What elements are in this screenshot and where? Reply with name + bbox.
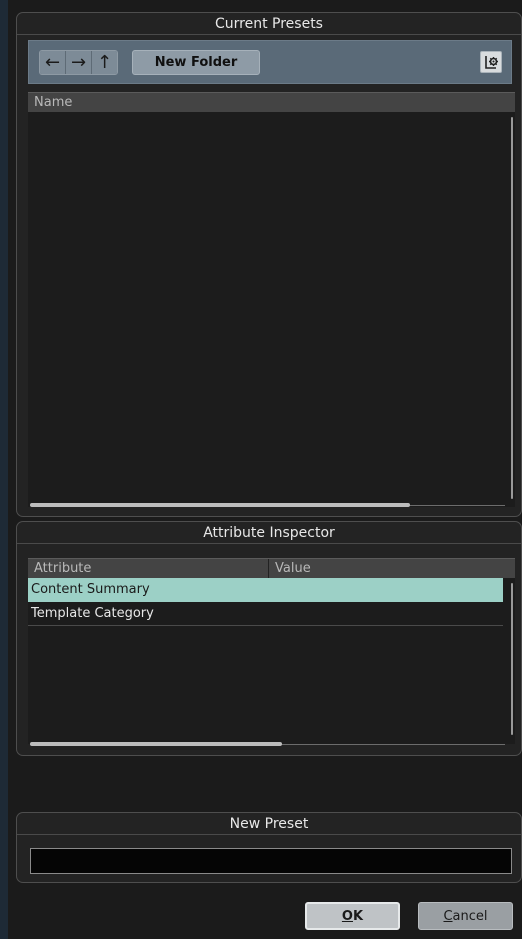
window-edge [0,0,8,939]
cancel-mnemonic: C [443,908,453,924]
settings-gear-icon [485,56,498,69]
name-column-header[interactable]: Name [28,92,515,112]
preset-list-vertical-scrollbar[interactable] [511,117,513,499]
current-presets-title: Current Presets [17,13,521,35]
current-presets-panel: Current Presets ← → ↑ New Folder Name [16,12,522,517]
preset-browser-toolbar: ← → ↑ New Folder [28,40,512,84]
ok-button[interactable]: OK [305,902,400,930]
ok-label: K [352,908,364,924]
forward-button[interactable]: → [66,51,92,74]
cancel-button[interactable]: Cancel [418,902,513,930]
attribute-name: Content Summary [31,582,150,597]
arrow-left-icon: ← [44,52,61,73]
attribute-table-header: Attribute Value [28,558,515,578]
attribute-inspector-panel: Attribute Inspector Attribute Value Cont… [16,521,522,756]
value-column-header[interactable]: Value [269,559,311,578]
ok-mnemonic: O [341,908,353,924]
arrow-up-icon: ↑ [96,52,113,73]
arrow-right-icon: → [70,52,87,73]
attribute-inspector-title: Attribute Inspector [17,522,521,544]
navigation-buttons: ← → ↑ [39,50,118,75]
attribute-row-template-category[interactable]: Template Category [28,602,503,626]
attribute-table-horizontal-scrollbar[interactable] [30,742,282,746]
save-preset-dialog: Current Presets ← → ↑ New Folder Name At… [0,0,522,939]
settings-button[interactable] [480,51,502,73]
attribute-row-content-summary[interactable]: Content Summary [28,578,503,602]
attribute-name: Template Category [31,606,154,621]
attribute-table: Attribute Value Content Summary Template… [28,558,515,744]
attribute-column-header[interactable]: Attribute [28,559,269,578]
attribute-table-vertical-scrollbar[interactable] [511,583,513,735]
cancel-label: ancel [452,908,488,924]
up-button[interactable]: ↑ [92,51,117,74]
back-button[interactable]: ← [40,51,66,74]
preset-name-input[interactable] [30,848,512,874]
new-folder-button[interactable]: New Folder [132,50,260,75]
new-preset-title: New Preset [17,813,521,835]
new-preset-panel: New Preset [16,812,522,883]
preset-list[interactable]: Name [28,92,515,507]
preset-list-horizontal-scrollbar[interactable] [30,503,410,507]
